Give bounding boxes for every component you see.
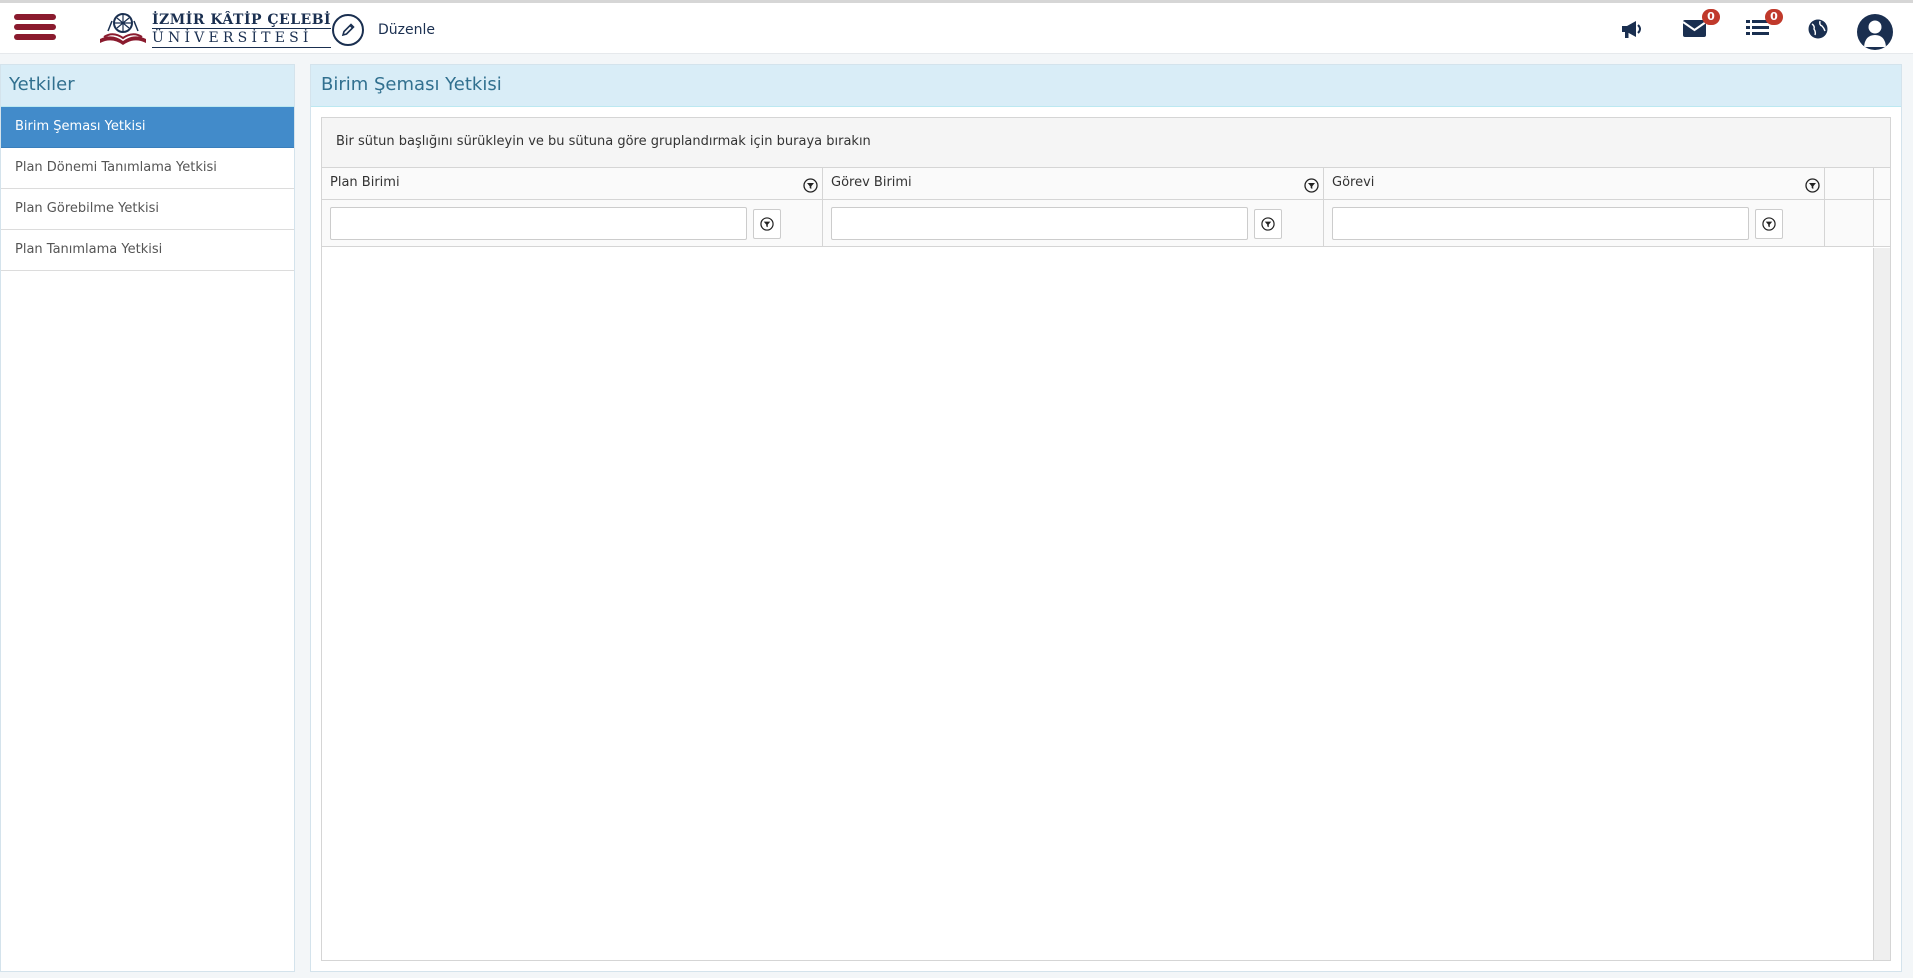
filter-cell-gorev-birimi xyxy=(823,200,1324,246)
university-emblem-icon xyxy=(100,13,146,45)
sidebar-title: Yetkiler xyxy=(1,65,294,107)
plan-birimi-filter-input[interactable] xyxy=(330,207,747,240)
group-panel[interactable]: Bir sütun başlığını sürükleyin ve bu süt… xyxy=(322,118,1890,168)
edit-button[interactable]: Düzenle xyxy=(332,12,435,48)
list-icon[interactable]: 0 xyxy=(1745,9,1783,41)
column-title: Görevi xyxy=(1332,175,1375,190)
logo-line-2: ÜNİVERSİTESİ xyxy=(152,28,332,48)
logo-line-1: İZMİR KÂTİP ÇELEBİ xyxy=(152,12,332,28)
filter-icon xyxy=(1261,217,1275,231)
sidebar-item-plan-tanimlama-yetkisi[interactable]: Plan Tanımlama Yetkisi xyxy=(1,230,294,271)
column-header-plan-birimi[interactable]: Plan Birimi xyxy=(322,168,823,199)
filter-cell-plan-birimi xyxy=(322,200,823,246)
envelope-icon[interactable]: 0 xyxy=(1682,9,1720,41)
column-header-gorevi[interactable]: Görevi xyxy=(1324,168,1825,199)
top-bar: İZMİR KÂTİP ÇELEBİ ÜNİVERSİTESİ Düzenle … xyxy=(0,0,1913,54)
edit-label: Düzenle xyxy=(378,22,435,38)
user-avatar-icon[interactable] xyxy=(1857,14,1893,50)
filter-cell-gorevi xyxy=(1324,200,1825,246)
grid-header-row: Plan Birimi Görev Birimi Görevi xyxy=(322,168,1890,200)
tasks-badge: 0 xyxy=(1765,9,1783,25)
column-filter-icon[interactable] xyxy=(1805,178,1820,193)
page-title: Birim Şeması Yetkisi xyxy=(311,65,1901,107)
grid-scrollbar[interactable] xyxy=(1873,248,1890,960)
command-column-header xyxy=(1825,168,1874,199)
scrollbar-header-spacer xyxy=(1874,168,1890,199)
gorevi-filter-button[interactable] xyxy=(1755,209,1783,239)
main-panel: Birim Şeması Yetkisi Bir sütun başlığını… xyxy=(310,64,1902,972)
column-title: Plan Birimi xyxy=(330,175,400,190)
data-grid: Bir sütun başlığını sürükleyin ve bu süt… xyxy=(321,117,1891,961)
command-column-filter xyxy=(1825,200,1874,246)
permissions-sidebar: Yetkiler Birim Şeması Yetkisi Plan Dönem… xyxy=(0,64,295,972)
column-title: Görev Birimi xyxy=(831,175,912,190)
grid-body xyxy=(322,248,1874,960)
messages-badge: 0 xyxy=(1702,9,1720,25)
grid-filter-row xyxy=(322,200,1890,247)
sidebar-item-plan-donemi-tanimlama-yetkisi[interactable]: Plan Dönemi Tanımlama Yetkisi xyxy=(1,148,294,189)
scrollbar-filter-spacer xyxy=(1874,200,1890,246)
university-logo[interactable]: İZMİR KÂTİP ÇELEBİ ÜNİVERSİTESİ xyxy=(98,9,332,51)
hamburger-menu-icon[interactable] xyxy=(14,14,56,46)
sidebar-item-birim-semasi-yetkisi[interactable]: Birim Şeması Yetkisi xyxy=(1,107,294,148)
column-filter-icon[interactable] xyxy=(803,178,818,193)
sidebar-item-plan-gorebilme-yetkisi[interactable]: Plan Görebilme Yetkisi xyxy=(1,189,294,230)
gorevi-filter-input[interactable] xyxy=(1332,207,1749,240)
filter-icon xyxy=(760,217,774,231)
megaphone-icon[interactable] xyxy=(1619,17,1647,41)
gorev-birimi-filter-input[interactable] xyxy=(831,207,1248,240)
globe-icon[interactable] xyxy=(1806,17,1834,41)
filter-icon xyxy=(1762,217,1776,231)
column-filter-icon[interactable] xyxy=(1304,178,1319,193)
logo-text: İZMİR KÂTİP ÇELEBİ ÜNİVERSİTESİ xyxy=(152,12,332,48)
column-header-gorev-birimi[interactable]: Görev Birimi xyxy=(823,168,1324,199)
plan-birimi-filter-button[interactable] xyxy=(753,209,781,239)
gorev-birimi-filter-button[interactable] xyxy=(1254,209,1282,239)
edit-icon xyxy=(332,14,364,46)
